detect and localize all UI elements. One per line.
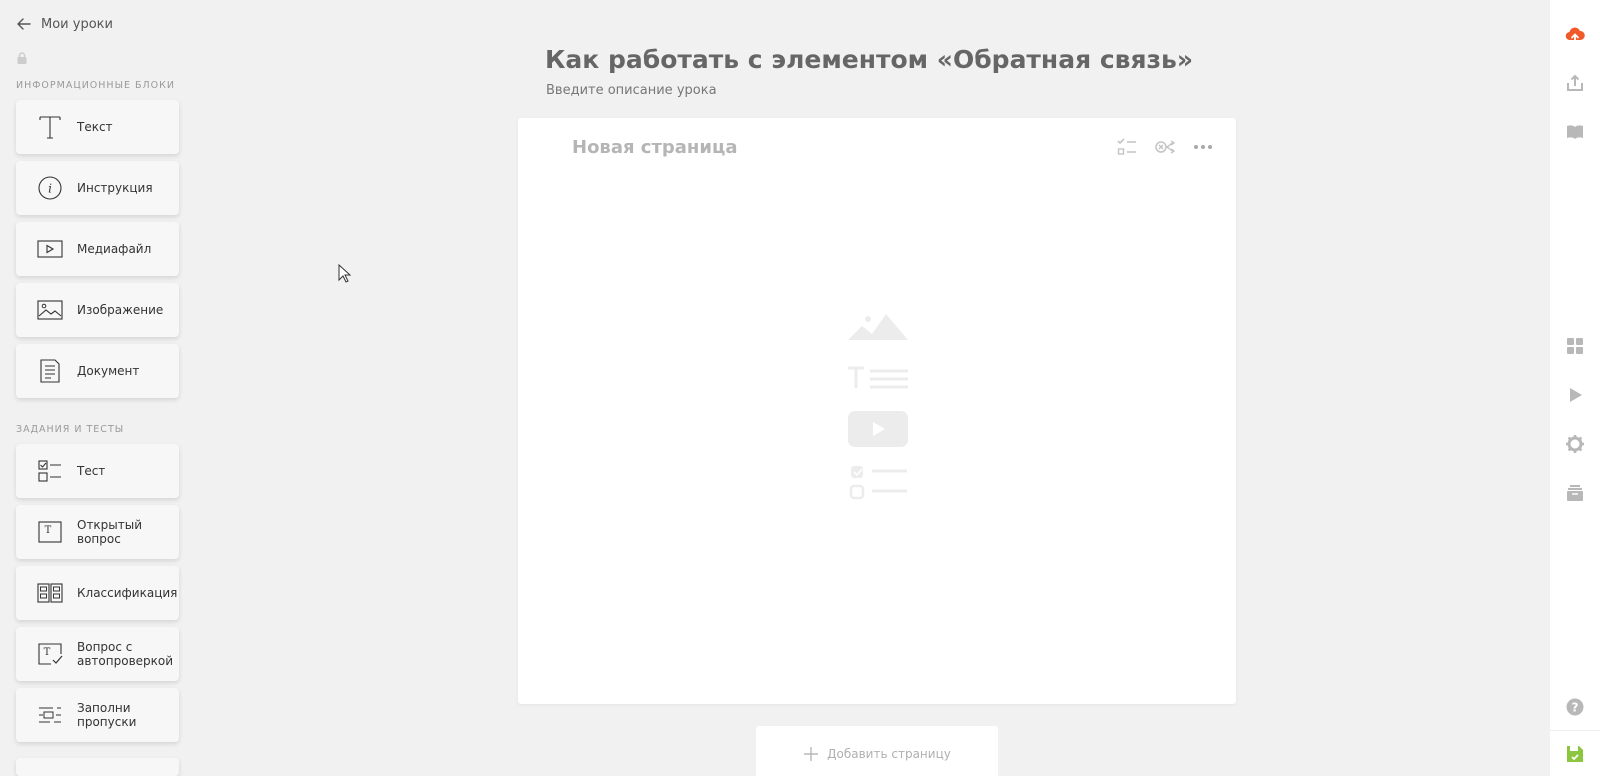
block-label: Документ (77, 364, 140, 378)
save-icon (1567, 746, 1583, 762)
svg-text:?: ? (1572, 701, 1579, 715)
export-button[interactable] (1564, 72, 1586, 94)
publish-button[interactable] (1564, 24, 1586, 46)
block-label: Текст (77, 120, 113, 134)
block-document[interactable]: Документ (16, 344, 179, 398)
image-icon (36, 296, 64, 324)
block-media[interactable]: Медиафайл (16, 222, 179, 276)
block-classification[interactable]: Классификация (16, 566, 179, 620)
open-question-icon: T (36, 518, 64, 546)
media-icon (36, 235, 64, 263)
lock-icon[interactable] (16, 52, 28, 64)
block-label: Заполни пропуски (77, 701, 137, 729)
back-link-label: Мои уроки (41, 16, 113, 32)
cloud-upload-icon (1565, 27, 1585, 43)
classification-icon (36, 579, 64, 607)
open-book-icon (1567, 125, 1583, 139)
block-label: Тест (77, 464, 106, 478)
block-open-question[interactable]: T Открытый вопрос (16, 505, 179, 559)
block-partial[interactable] (16, 758, 179, 776)
mouse-cursor-icon (338, 264, 352, 283)
grid-icon (1567, 338, 1583, 354)
archive-button[interactable] (1564, 482, 1586, 504)
block-sidebar: Мои уроки Информационные блоки Текст i И… (0, 0, 200, 776)
block-label: Вопрос с автопроверкой (77, 640, 174, 668)
gear-icon (1566, 435, 1584, 453)
page-toolbar (1116, 136, 1214, 158)
help-button[interactable]: ? (1564, 696, 1586, 718)
preview-button[interactable] (1564, 384, 1586, 406)
block-label: Инструкция (77, 181, 153, 195)
document-icon (36, 357, 64, 385)
archive-icon (1567, 485, 1583, 501)
settings-button[interactable] (1564, 433, 1586, 455)
block-label: Классификация (77, 586, 178, 600)
svg-text:i: i (48, 182, 52, 196)
add-page-button[interactable]: Добавить страницу (756, 726, 998, 776)
plus-icon (804, 747, 819, 761)
back-to-lessons-link[interactable]: Мои уроки (16, 16, 113, 32)
checklist-icon[interactable] (1116, 136, 1138, 158)
shuffle-icon[interactable] (1154, 136, 1176, 158)
more-icon[interactable] (1192, 136, 1214, 158)
library-button[interactable] (1564, 121, 1586, 143)
svg-text:T: T (45, 525, 52, 536)
empty-page-illustration-icon (848, 314, 908, 500)
test-icon (36, 457, 64, 485)
right-toolbar: ? (1550, 0, 1600, 776)
block-label: Изображение (77, 303, 164, 317)
play-icon (1570, 388, 1582, 402)
text-icon (36, 113, 64, 141)
block-label: Открытый вопрос (77, 518, 143, 546)
info-icon: i (36, 174, 64, 202)
rail-footer (1550, 730, 1600, 776)
page-card: Новая страница (518, 118, 1236, 704)
block-auto-check-question[interactable]: T Вопрос с автопроверкой (16, 627, 179, 681)
block-image[interactable]: Изображение (16, 283, 179, 337)
lesson-title[interactable]: Как работать с элементом «Обратная связь… (545, 45, 1193, 74)
section-title-tasks-tests: Задания и тесты (16, 424, 125, 435)
auto-check-icon: T (36, 640, 64, 668)
lesson-description-input[interactable]: Введите описание урока (546, 83, 717, 98)
block-text[interactable]: Текст (16, 100, 179, 154)
block-test[interactable]: Тест (16, 444, 179, 498)
blocks-button[interactable] (1564, 335, 1586, 357)
save-button[interactable] (1564, 743, 1586, 765)
section-title-info-blocks: Информационные блоки (16, 80, 175, 91)
block-label: Медиафайл (77, 242, 152, 256)
svg-text:T: T (44, 647, 51, 658)
help-icon: ? (1566, 698, 1584, 716)
arrow-left-icon (17, 18, 31, 30)
block-instruction[interactable]: i Инструкция (16, 161, 179, 215)
page-title[interactable]: Новая страница (572, 137, 737, 158)
add-page-label: Добавить страницу (827, 747, 951, 761)
block-fill-gaps[interactable]: Заполни пропуски (16, 688, 179, 742)
share-upload-icon (1567, 74, 1583, 91)
fill-gaps-icon (36, 701, 64, 729)
